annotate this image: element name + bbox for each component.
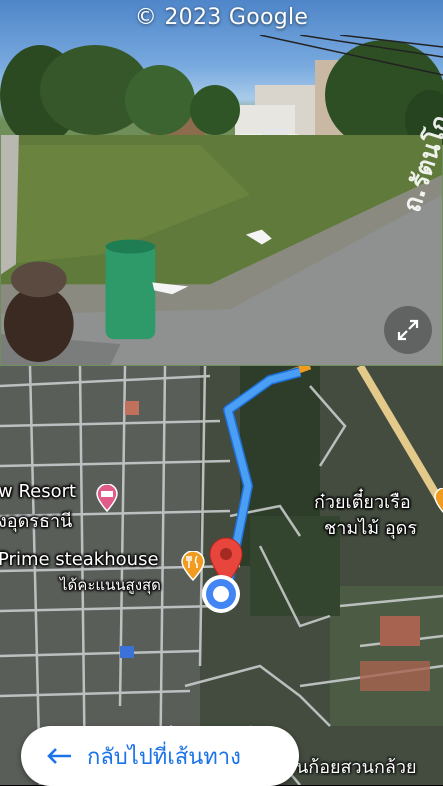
map-label-steakhouse-rating: ได้คะแนนสูงสุด (60, 576, 161, 594)
expand-icon (397, 319, 419, 341)
back-to-route-label: กลับไปที่เส้นทาง (87, 744, 241, 770)
map-label-steakhouse[interactable]: Prime steakhouse (0, 549, 159, 570)
street-view-ground (0, 135, 443, 365)
back-to-route-button[interactable]: กลับไปที่เส้นทาง (21, 726, 299, 786)
map-label-resort-line2[interactable]: งอุดรธานี (0, 506, 72, 535)
street-view-panel[interactable]: © 2023 Google ถ.รัตนโก (0, 0, 443, 366)
map-label-noodle-line1[interactable]: ก๋วยเตี๋ยวเรือ (314, 487, 411, 516)
noodle-restaurant-marker-icon[interactable] (434, 488, 443, 514)
street-view-background-trees (0, 35, 443, 145)
hotel-marker-icon[interactable] (95, 484, 119, 512)
back-arrow-icon (47, 748, 71, 764)
map-panel[interactable]: w Resort งอุดรธานี Prime steakhouse ได้ค… (0, 366, 443, 785)
expand-street-view-button[interactable] (384, 306, 432, 354)
map-label-resort-line1[interactable]: w Resort (0, 481, 76, 502)
google-copyright: © 2023 Google (134, 5, 309, 30)
current-location-icon (202, 575, 240, 613)
map-label-bottom-road: นก้อยสวนกล้วย (296, 757, 417, 778)
map-label-noodle-line2[interactable]: ชามไม้ อุดร (324, 513, 417, 542)
